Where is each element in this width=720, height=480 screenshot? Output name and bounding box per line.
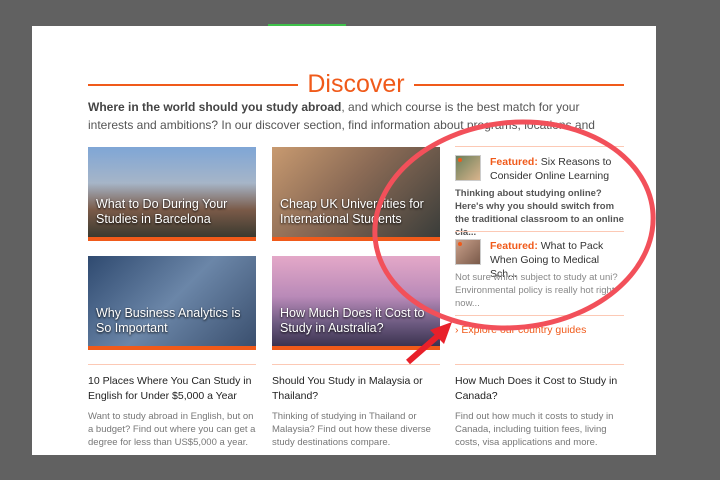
card-barcelona[interactable]: What to Do During Your Studies in Barcel… [88, 147, 256, 241]
divider [88, 364, 256, 365]
article-title[interactable]: How Much Does it Cost to Study in Canada… [455, 374, 623, 404]
article-desc: Find out how much it costs to study in C… [455, 411, 614, 448]
article[interactable]: How Much Does it Cost to Study in Canada… [455, 374, 623, 449]
article-title[interactable]: Should You Study in Malaysia or Thailand… [272, 374, 440, 404]
article-title[interactable]: 10 Places Where You Can Study in English… [88, 374, 256, 404]
card-business-analytics[interactable]: Why Business Analytics is So Important [88, 256, 256, 350]
article[interactable]: Should You Study in Malaysia or Thailand… [272, 374, 440, 449]
card-caption: What to Do During Your Studies in Barcel… [96, 197, 228, 226]
intro-bold: Where in the world should you study abro… [88, 100, 342, 114]
card-caption: Why Business Analytics is So Important [96, 306, 241, 335]
article[interactable]: 10 Places Where You Can Study in English… [88, 374, 256, 449]
divider [455, 364, 624, 365]
article-desc: Want to study abroad in English, but on … [88, 411, 256, 448]
annotation-arrow-icon [406, 322, 452, 365]
section-header: Discover [88, 70, 624, 100]
section-title: Discover [307, 70, 405, 98]
article-desc: Thinking of studying in Thailand or Mala… [272, 411, 431, 448]
